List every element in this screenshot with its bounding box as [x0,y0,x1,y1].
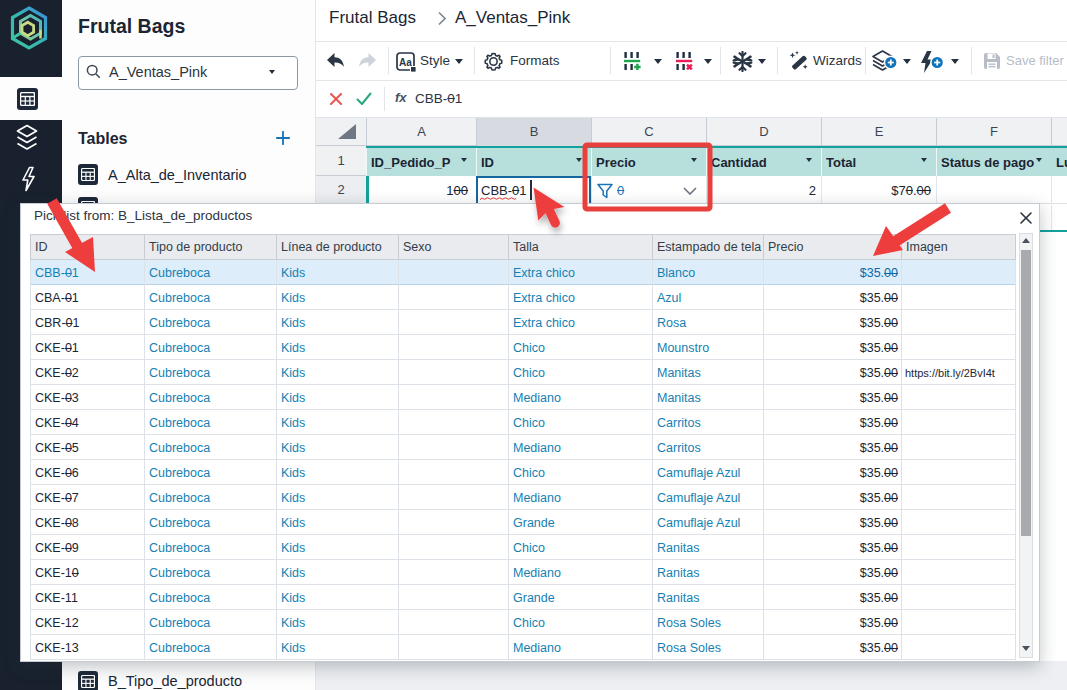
svg-text:Aa: Aa [399,57,412,68]
